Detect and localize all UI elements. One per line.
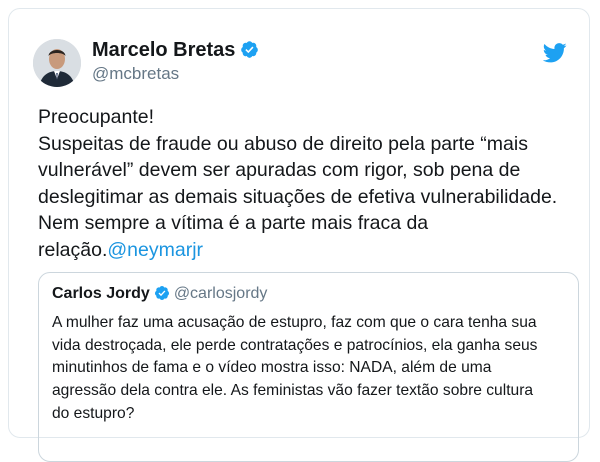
tweet-line-last: relação.@neymarjr [38,237,558,264]
tweet-line: Preocupante! [38,106,155,128]
quoted-tweet[interactable]: Carlos Jordy @carlosjordy A mulher faz um… [38,272,579,462]
twitter-bird-icon[interactable] [543,43,567,63]
tweet-card[interactable]: Marcelo Bretas @mcbretas Preocupante! Su… [8,8,590,462]
quoted-author-name[interactable]: Carlos Jordy [52,285,150,302]
verified-badge-icon [154,286,169,300]
verified-badge-icon [241,41,259,58]
author-name[interactable]: Marcelo Bretas [92,38,259,62]
tweet-line: vulnerável” devem ser apuradas com rigor… [38,159,521,182]
tweet-line: Nem sempre a vítima é a parte mais fraca… [38,212,429,235]
quoted-line: minutinhos de fama e o vídeo mostra isso… [52,359,492,377]
author-name-text[interactable]: Marcelo Bretas [92,39,235,61]
quoted-author-handle[interactable]: @carlosjordy [174,285,268,302]
tweet-line: Suspeitas de fraude ou abuso de direito … [38,132,528,155]
quoted-body: A mulher faz uma acusação de estupro, fa… [52,312,572,426]
author-avatar[interactable] [33,39,81,87]
quoted-line: A mulher faz uma acusação de estupro, fa… [52,314,537,331]
author-handle[interactable]: @mcbretas [92,64,179,84]
quoted-line: do estupro? [52,404,135,422]
quoted-header: Carlos Jordy @carlosjordy [52,284,267,304]
quoted-line: agressão dela contra ele. As feministas … [52,382,534,400]
tweet-body: Preocupante! Suspeitas de fraude ou abus… [38,104,558,264]
quoted-line: vida destroçada, ele perde contratações … [52,336,538,354]
mention-link[interactable]: @neymarjr [107,239,203,261]
tweet-line: deslegitimar as demais situações de efet… [38,185,558,208]
tweet-line-prefix: relação. [38,238,108,261]
avatar-photo [33,39,81,87]
